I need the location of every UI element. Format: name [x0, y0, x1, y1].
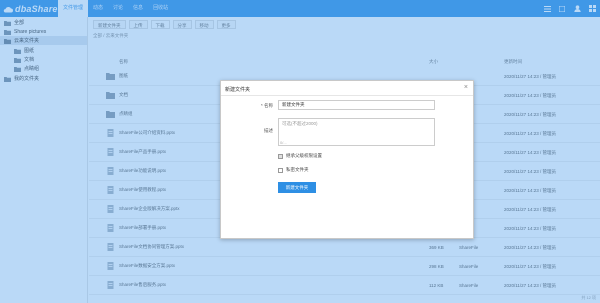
close-icon[interactable]: ×: [464, 84, 468, 91]
description-char-count: 0/...: [280, 140, 287, 145]
folder-name-input[interactable]: [278, 100, 435, 110]
dialog-title: 新建文件夹: [225, 87, 251, 93]
inherit-permission-option[interactable]: 继承父级权限设置: [278, 153, 322, 159]
description-textarea[interactable]: 可选(不超过2000): [278, 118, 435, 146]
private-folder-checkbox[interactable]: [278, 167, 283, 173]
description-placeholder: 可选(不超过2000): [282, 121, 318, 126]
dialog-divider: [221, 95, 473, 96]
inherit-permission-label: 继承父级权限设置: [286, 153, 322, 158]
private-folder-label: 私密文件夹: [286, 167, 309, 172]
create-folder-button[interactable]: 新建文件夹: [278, 182, 316, 193]
private-folder-option[interactable]: 私密文件夹: [278, 167, 309, 173]
description-label: 描述: [264, 128, 273, 133]
inherit-permission-checkbox[interactable]: [278, 153, 283, 159]
new-folder-dialog: 新建文件夹 × * 名称 描述 可选(不超过2000) 0/... 继承父级权限…: [220, 80, 474, 239]
name-label: * 名称: [260, 103, 273, 108]
